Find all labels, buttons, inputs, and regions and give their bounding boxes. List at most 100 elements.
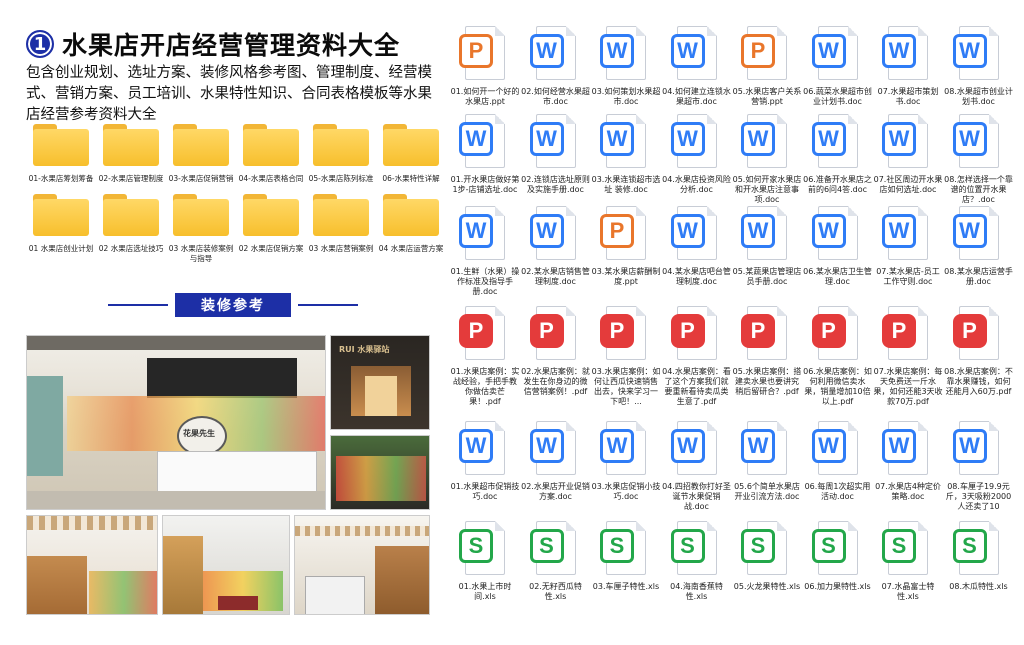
file-item[interactable]: W 03.如何策划水果超市.doc	[591, 26, 661, 107]
file-item[interactable]: W 03.水果店促销小技巧.doc	[591, 421, 661, 502]
folder-item[interactable]: 03 水果店营销案例	[306, 194, 376, 264]
file-name: 01.开水果店做好第1步-店铺选址.doc	[450, 175, 520, 194]
file-item[interactable]: W 07.某水果店-员工工作守则.doc	[873, 206, 943, 287]
file-item[interactable]: W 07.水果超市策划书.doc	[873, 26, 943, 107]
folder-item[interactable]: 01 水果店创业计划	[26, 194, 96, 264]
file-item[interactable]: W 06.某水果店卫生管理.doc	[803, 206, 873, 287]
file-item[interactable]: S 07.水晶富士特性.xls	[873, 521, 943, 602]
file-item[interactable]: P 03.水果店案例：如何让西瓜快速销售出去，快来学习一下吧！...	[591, 306, 661, 407]
pdf-icon: P	[882, 306, 934, 364]
file-item[interactable]: P 02.水果店案例：就发生在你身边的微信营销案例！.pdf	[521, 306, 591, 397]
file-item[interactable]: W 07.水果店4种定价策略.doc	[873, 421, 943, 502]
file-item[interactable]: W 07.社区周边开水果店如何选址.doc	[873, 114, 943, 195]
file-item[interactable]: S 02.无籽西瓜特性.xls	[521, 521, 591, 602]
pdf-icon: P	[952, 306, 1005, 364]
file-item[interactable]: S 05.火龙果特性.xls	[732, 521, 802, 592]
divider	[108, 304, 168, 306]
folder-label: 06-水果特性详解	[382, 174, 440, 183]
file-item[interactable]: W 08.水果超市创业计划书.doc	[944, 26, 1014, 107]
folder-icon	[313, 194, 369, 236]
word-icon: W	[529, 26, 582, 84]
file-name: 05.6个简单水果店开业引流方法.doc	[734, 482, 800, 501]
file-name: 05.某蔬果店管理店员手册.doc	[732, 267, 802, 286]
file-item[interactable]: W 06.蔬菜水果超市创业计划书.doc	[803, 26, 873, 107]
folder-item[interactable]: 02 水果店选址技巧	[96, 194, 166, 264]
file-item[interactable]: W 06.每周1次超实用活动.doc	[803, 421, 873, 502]
file-name: 02.水果店案例：就发生在你身边的微信营销案例！.pdf	[521, 367, 590, 396]
file-item[interactable]: S 01.水果上市时间.xls	[450, 521, 520, 602]
word-icon: W	[811, 421, 864, 479]
file-name: 08.水果店案例：不靠水果赚钱，如何还能月入60万.pdf	[944, 367, 1013, 396]
number-badge: 1	[26, 30, 54, 58]
folder-icon	[243, 124, 299, 166]
folder-item[interactable]: 02 水果店促销方案	[236, 194, 306, 264]
pdf-icon: P	[529, 306, 582, 364]
file-name: 03.水果店促销小技巧.doc	[591, 482, 661, 501]
folder-item[interactable]: 04-水果店表格合同	[236, 124, 306, 184]
file-item[interactable]: W 04.如何建立连锁水果超市.doc	[662, 26, 732, 107]
folder-item[interactable]: 03 水果店装修案例与指导	[166, 194, 236, 264]
file-name: 04.水果店案例：看了这个方案我们就要重新看待卖瓜类生意了.pdf	[662, 367, 731, 406]
file-item[interactable]: S 03.车厘子特性.xls	[591, 521, 661, 592]
file-item[interactable]: W 08.车厘子19.9元斤，3天吸粉2000人还卖了10	[944, 421, 1014, 512]
file-item[interactable]: W 03.水果连锁超市选址 装修.doc	[591, 114, 661, 195]
folder-label: 03 水果店营销案例	[308, 244, 374, 253]
file-item[interactable]: W 02.水果店开业促销方案.doc	[521, 421, 591, 502]
file-item[interactable]: P 05.水果店案例：搭建卖水果也要讲究稍后留研合？.pdf	[732, 306, 802, 397]
file-item[interactable]: W 06.准备开水果店之前的6问4答.doc	[803, 114, 873, 195]
file-item[interactable]: W 01.开水果店做好第1步-店铺选址.doc	[450, 114, 520, 195]
folder-item[interactable]: 02-水果店管理制度	[96, 124, 166, 184]
word-icon: W	[600, 114, 652, 172]
folder-icon	[243, 194, 299, 236]
file-name: 07.水晶富士特性.xls	[881, 582, 935, 601]
file-item[interactable]: W 05.6个简单水果店开业引流方法.doc	[732, 421, 802, 502]
file-item[interactable]: W 01.水果超市促销技巧.doc	[450, 421, 520, 502]
store-photo-entrance: RUI 水果驿站	[330, 335, 430, 430]
file-item[interactable]: W 02.连锁店选址原则及实施手册.doc	[521, 114, 591, 195]
file-item[interactable]: S 08.木瓜特性.xls	[944, 521, 1014, 592]
file-item[interactable]: S 06.加力果特性.xls	[803, 521, 873, 592]
folder-icon	[103, 124, 159, 166]
excel-icon: S	[882, 521, 934, 579]
file-item[interactable]: P 04.水果店案例：看了这个方案我们就要重新看待卖瓜类生意了.pdf	[662, 306, 732, 407]
file-row: W 01.开水果店做好第1步-店铺选址.doc W 02.连锁店选址原则及实施手册.d…	[450, 114, 1020, 204]
file-name: 02.如何经营水果超市.doc	[521, 87, 590, 106]
file-item[interactable]: W 02.如何经营水果超市.doc	[521, 26, 591, 107]
folder-item[interactable]: 04 水果店运营方案	[376, 194, 446, 264]
file-name: 05.如何开家水果店和开水果店注意事项.doc	[732, 175, 802, 204]
file-item[interactable]: W 05.某蔬果店管理店员手册.doc	[732, 206, 802, 287]
file-name: 02.无籽西瓜特性.xls	[529, 582, 582, 601]
folder-item[interactable]: 01-水果店筹划筹备	[26, 124, 96, 184]
file-item[interactable]: P 06.水果店案例：如何利用微信卖水果，销量增加10倍以上.pdf	[803, 306, 873, 407]
file-item[interactable]: P 07.水果店案例：每天免费送一斤水果，如何还能3天收款70万.pdf	[873, 306, 943, 407]
file-item[interactable]: W 01.生鲜（水果）操作标准及指导手册.doc	[450, 206, 520, 297]
file-name: 03.水果店案例：如何让西瓜快速销售出去，快来学习一下吧！...	[591, 367, 661, 406]
folder-item[interactable]: 06-水果特性详解	[376, 124, 446, 184]
file-item[interactable]: W 02.某水果店销售管理制度.doc	[521, 206, 591, 287]
file-item[interactable]: W 08.某水果店运营手册.doc	[944, 206, 1014, 287]
file-item[interactable]: P 08.水果店案例：不靠水果赚钱，如何还能月入60万.pdf	[944, 306, 1014, 397]
word-icon: W	[459, 421, 511, 479]
folder-item[interactable]: 05-水果店陈列标准	[306, 124, 376, 184]
excel-icon: S	[952, 521, 1005, 579]
file-name: 07.水果超市策划书.doc	[877, 87, 939, 106]
file-name: 03.水果连锁超市选址 装修.doc	[591, 175, 661, 194]
file-item[interactable]: P 01.如何开一个好的水果店.ppt	[450, 26, 520, 107]
file-item[interactable]: W 04.水果店投资风险分析.doc	[662, 114, 732, 195]
file-item[interactable]: W 05.如何开家水果店和开水果店注意事项.doc	[732, 114, 802, 205]
folder-label: 02-水果店管理制度	[98, 174, 164, 183]
folder-label: 02 水果店促销方案	[238, 244, 304, 253]
folder-item[interactable]: 03-水果店促销营销	[166, 124, 236, 184]
store-sign: 花果先生	[183, 429, 215, 438]
file-row: W 01.水果超市促销技巧.doc W 02.水果店开业促销方案.doc W 03.水果店…	[450, 421, 1020, 511]
file-item[interactable]: W 08.怎样选择一个靠谱的位置开水果店？.doc	[944, 114, 1014, 205]
file-item[interactable]: W 04.某水果店吧台管理制度.doc	[662, 206, 732, 287]
section-label: 装修参考	[175, 293, 291, 317]
file-item[interactable]: P 01.水果店案例：实战经验，手把手教你做估卖芒果！.pdf	[450, 306, 520, 407]
file-item[interactable]: P 05.水果店客户关系营销.ppt	[732, 26, 802, 107]
file-item[interactable]: P 03.某水果店薪酬制度.ppt	[591, 206, 661, 287]
file-item[interactable]: S 04.海南香蕉特性.xls	[662, 521, 732, 602]
word-icon: W	[811, 26, 864, 84]
file-item[interactable]: W 04.四招教你打好圣诞节水果促销战.doc	[662, 421, 732, 512]
store-photo-interior-1	[26, 515, 158, 615]
